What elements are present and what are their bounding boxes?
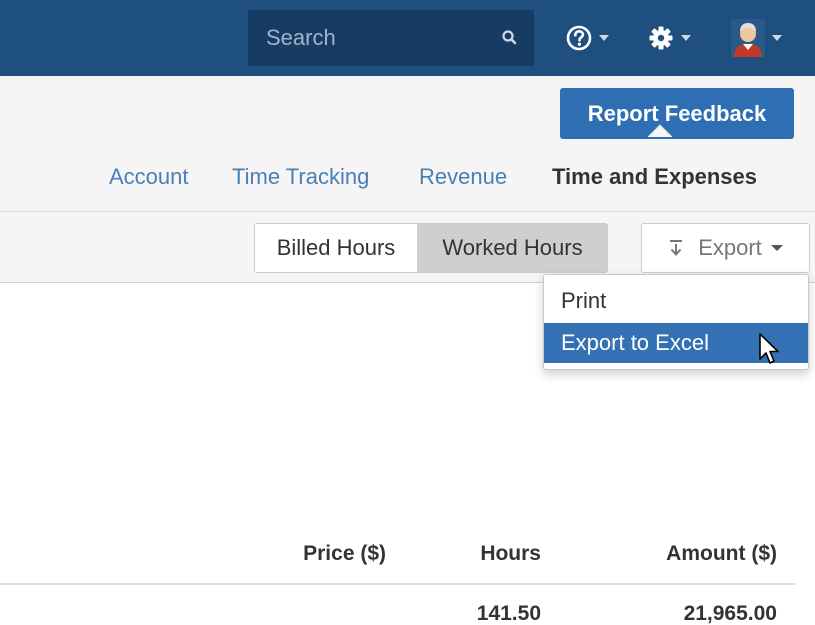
help-icon [566,25,592,51]
table-divider [0,583,795,585]
chevron-down-icon [681,35,691,41]
search-input[interactable] [248,10,488,66]
table-cell-hours: 141.50 [476,602,541,625]
top-navbar [0,0,815,76]
export-label: Export [698,235,762,260]
menu-item-print[interactable]: Print [544,281,808,321]
tab-time-tracking[interactable]: Time Tracking [232,164,369,190]
gear-icon [649,26,673,50]
search-icon[interactable] [500,28,520,48]
chevron-down-icon [599,35,609,41]
download-icon [670,240,683,256]
tab-account[interactable]: Account [109,164,189,190]
billed-hours-button[interactable]: Billed Hours [255,224,418,272]
hours-toggle: Billed Hours Worked Hours [254,223,608,273]
user-menu[interactable] [731,10,782,66]
column-header-hours: Hours [480,542,541,565]
chevron-down-icon [770,245,783,251]
totals-table: Price ($) Hours Amount ($) 141.50 21,965… [0,530,815,625]
worked-hours-button[interactable]: Worked Hours [418,224,607,272]
column-header-price: Price ($) [303,542,386,565]
navbar-right [248,10,815,66]
active-tab-indicator [648,124,672,137]
report-toolbar: Billed Hours Worked Hours Export [0,212,815,283]
export-button[interactable]: Export [641,223,810,273]
report-feedback-button[interactable]: Report Feedback [560,88,794,139]
chevron-down-icon [772,35,782,41]
table-cell-amount: 21,965.00 [683,602,777,625]
tab-time-and-expenses[interactable]: Time and Expenses [552,164,757,190]
report-tabs: Account Time Tracking Revenue Time and E… [0,164,815,194]
help-menu[interactable] [566,10,609,66]
tab-revenue[interactable]: Revenue [419,164,507,190]
page-header: Report Feedback Account Time Tracking Re… [0,76,815,212]
search-box [248,10,534,66]
column-header-amount: Amount ($) [666,542,777,565]
settings-menu[interactable] [648,10,691,66]
mouse-pointer-icon [759,333,779,364]
user-avatar [731,19,765,57]
